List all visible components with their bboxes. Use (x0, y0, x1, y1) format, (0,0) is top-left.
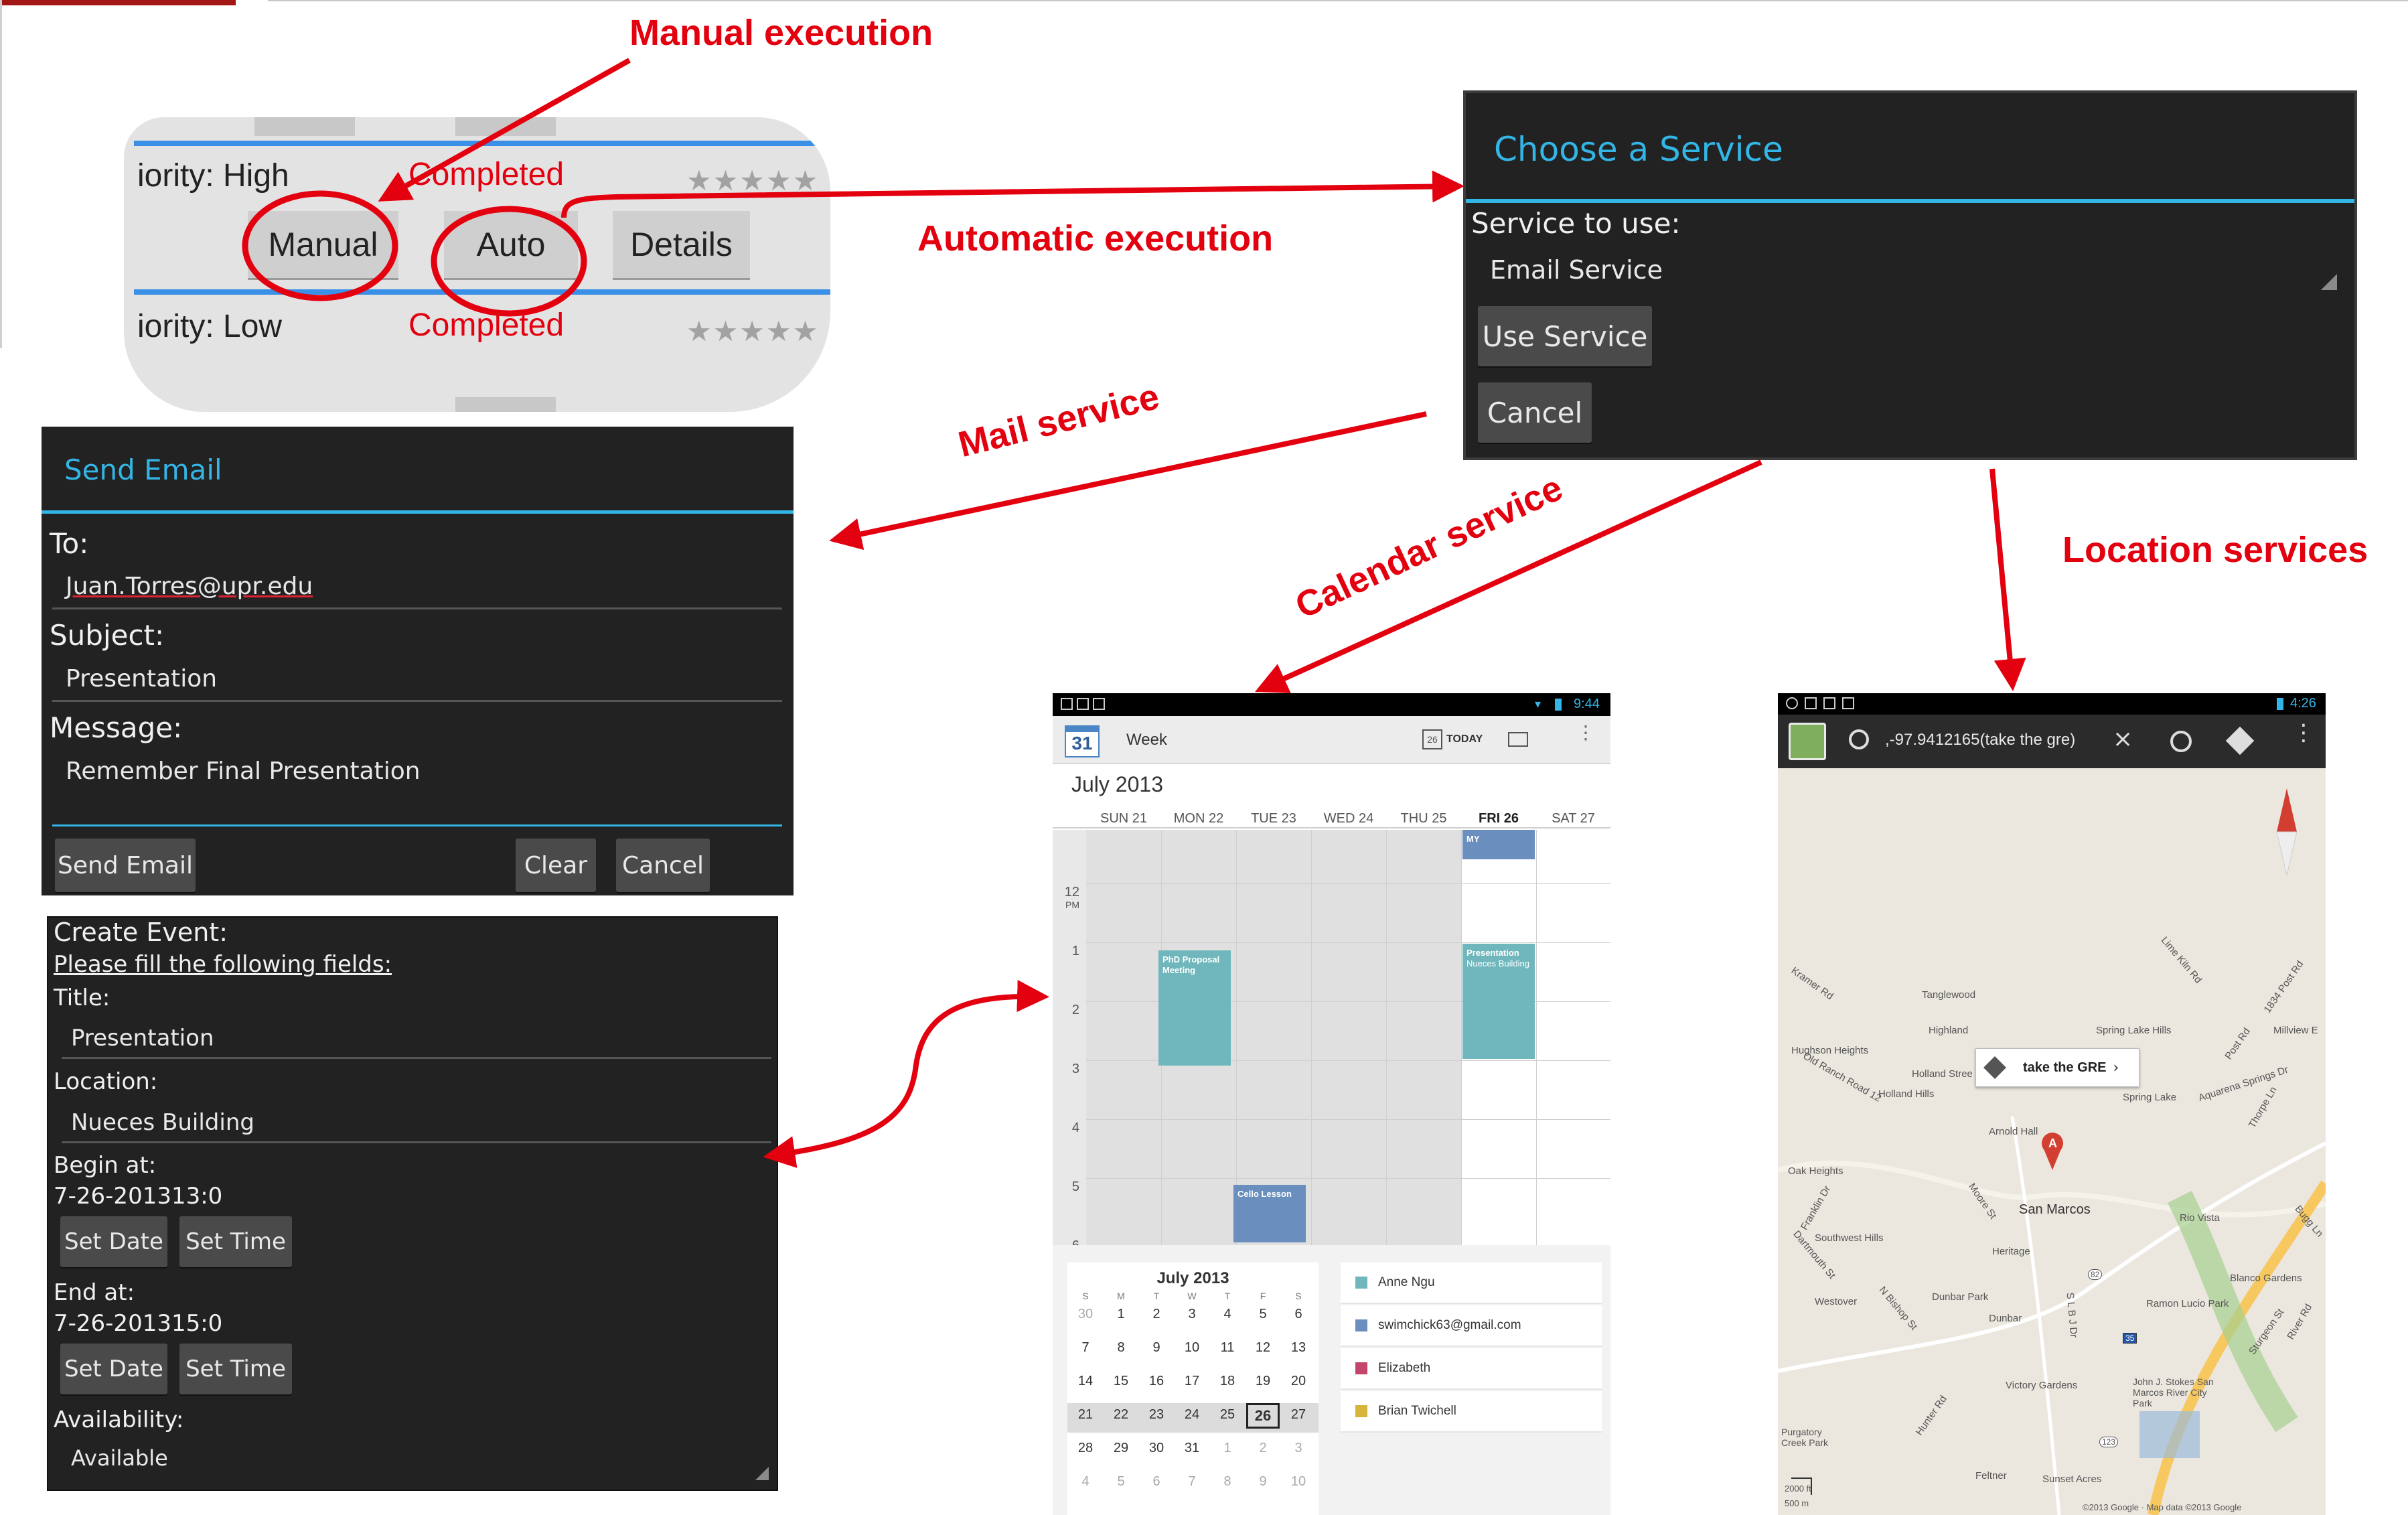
mail-arrow (829, 411, 1427, 550)
manual-arrow (378, 58, 631, 202)
event-calendar-arrow (763, 980, 1049, 1168)
manual-highlight-circle (242, 190, 398, 301)
calendar-arrow (1255, 459, 1762, 693)
auto-highlight-circle (431, 206, 587, 317)
location-arrow (1989, 468, 2026, 691)
auto-arrow (561, 170, 1464, 218)
annotation-arrows (242, 58, 2026, 1168)
